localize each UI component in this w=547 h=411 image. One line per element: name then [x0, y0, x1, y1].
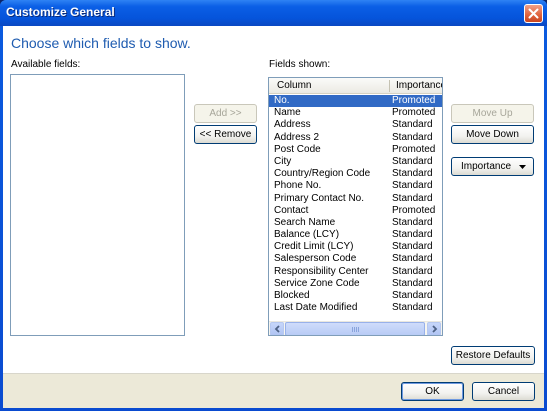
table-row[interactable]: No. Promoted	[269, 95, 442, 108]
table-row[interactable]: Last Date Modified Standard	[269, 302, 442, 314]
cell-importance: Promoted	[392, 107, 436, 119]
cell-column: Country/Region Code	[274, 168, 371, 180]
cell-importance: Standard	[392, 277, 433, 289]
close-icon	[528, 8, 539, 19]
cell-importance: Standard	[392, 241, 433, 253]
cell-importance: Standard	[392, 265, 433, 277]
cell-column: Phone No.	[274, 180, 322, 192]
table-row[interactable]: Search Name Standard	[269, 217, 442, 229]
title-bar[interactable]: Customize General	[0, 0, 547, 26]
table-row[interactable]: Salesperson Code Standard	[269, 253, 442, 265]
column-header-column[interactable]: Column	[277, 80, 311, 91]
table-row[interactable]: Service Zone Code Standard	[269, 278, 442, 290]
cell-column: Salesperson Code	[274, 253, 357, 265]
cell-column: Balance (LCY)	[274, 229, 340, 241]
cell-column: Post Code	[274, 143, 321, 155]
cell-importance: Standard	[392, 253, 433, 265]
cell-column: Address	[274, 119, 311, 131]
available-fields-label: Available fields:	[11, 59, 81, 70]
table-row[interactable]: Responsibility Center Standard	[269, 266, 442, 278]
cell-importance: Promoted	[392, 143, 436, 155]
cell-column: Address 2	[274, 131, 320, 143]
chevron-right-icon	[431, 325, 437, 333]
grid-header: Column Importance	[269, 78, 442, 94]
table-row[interactable]: Blocked Standard	[269, 290, 442, 302]
close-button[interactable]	[524, 4, 543, 23]
cell-importance: Standard	[392, 302, 433, 314]
footer-bar: OK Cancel	[3, 374, 544, 408]
table-row[interactable]: Credit Limit (LCY) Standard	[269, 241, 442, 253]
cell-column: Last Date Modified	[274, 302, 358, 314]
dialog-window: Customize General Choose which fields to…	[0, 0, 547, 411]
table-row[interactable]: Country/Region Code Standard	[269, 168, 442, 180]
move-down-button[interactable]: Move Down	[451, 125, 534, 144]
importance-dropdown[interactable]: Importance	[451, 157, 534, 176]
page-heading: Choose which fields to show.	[11, 35, 191, 51]
cell-importance: Standard	[392, 131, 433, 143]
table-row[interactable]: Primary Contact No. Standard	[269, 193, 442, 205]
cell-importance: Promoted	[392, 95, 436, 106]
window-title: Customize General	[6, 5, 115, 19]
cell-column: Name	[274, 107, 301, 119]
fields-shown-grid[interactable]: Column Importance No. Promoted Name Promote…	[268, 77, 443, 336]
cell-importance: Standard	[392, 192, 433, 204]
horizontal-scrollbar[interactable]	[269, 321, 442, 335]
fields-shown-label: Fields shown:	[269, 59, 331, 70]
dropdown-arrow-icon	[519, 165, 526, 169]
cell-importance: Standard	[392, 290, 433, 301]
cell-importance: Standard	[392, 119, 433, 131]
cell-column: Blocked	[274, 290, 310, 301]
grid-body: No. Promoted Name Promoted Address Standard Ad…	[269, 95, 442, 314]
scroll-left-button[interactable]	[270, 322, 284, 335]
restore-defaults-button[interactable]: Restore Defaults	[451, 346, 535, 365]
column-header-importance[interactable]: Importance	[396, 80, 442, 91]
cell-importance: Standard	[392, 155, 433, 167]
cell-importance: Standard	[392, 180, 433, 192]
table-row[interactable]: Address 2 Standard	[269, 132, 442, 144]
importance-dropdown-label: Importance	[461, 161, 512, 172]
cancel-button[interactable]: Cancel	[472, 382, 535, 401]
chevron-left-icon	[274, 325, 280, 333]
table-row[interactable]: Name Promoted	[269, 107, 442, 119]
ok-button[interactable]: OK	[401, 382, 464, 401]
cell-column: Contact	[274, 204, 309, 216]
cell-column: Primary Contact No.	[274, 192, 365, 204]
add-button[interactable]: Add >>	[194, 104, 257, 123]
table-row[interactable]: Address Standard	[269, 119, 442, 131]
dialog-body: Choose which fields to show. Available f…	[3, 26, 544, 408]
scroll-right-button[interactable]	[427, 322, 441, 335]
table-row[interactable]: City Standard	[269, 156, 442, 168]
cell-importance: Promoted	[392, 204, 436, 216]
table-row[interactable]: Post Code Promoted	[269, 144, 442, 156]
cell-importance: Standard	[392, 168, 433, 180]
cell-column: Search Name	[274, 216, 336, 228]
cell-column: City	[274, 155, 292, 167]
move-up-button[interactable]: Move Up	[451, 104, 534, 123]
table-row[interactable]: Balance (LCY) Standard	[269, 229, 442, 241]
table-row[interactable]: Contact Promoted	[269, 205, 442, 217]
cell-column: Service Zone Code	[274, 277, 360, 289]
table-row[interactable]: Phone No. Standard	[269, 180, 442, 192]
available-fields-list[interactable]	[10, 74, 185, 336]
scroll-thumb[interactable]	[285, 322, 425, 335]
remove-button[interactable]: << Remove	[194, 125, 257, 144]
cell-column: No.	[274, 95, 290, 106]
cell-column: Credit Limit (LCY)	[274, 241, 354, 253]
cell-importance: Standard	[392, 229, 433, 241]
cell-importance: Standard	[392, 216, 433, 228]
cell-column: Responsibility Center	[274, 265, 369, 277]
column-separator[interactable]	[389, 80, 390, 92]
